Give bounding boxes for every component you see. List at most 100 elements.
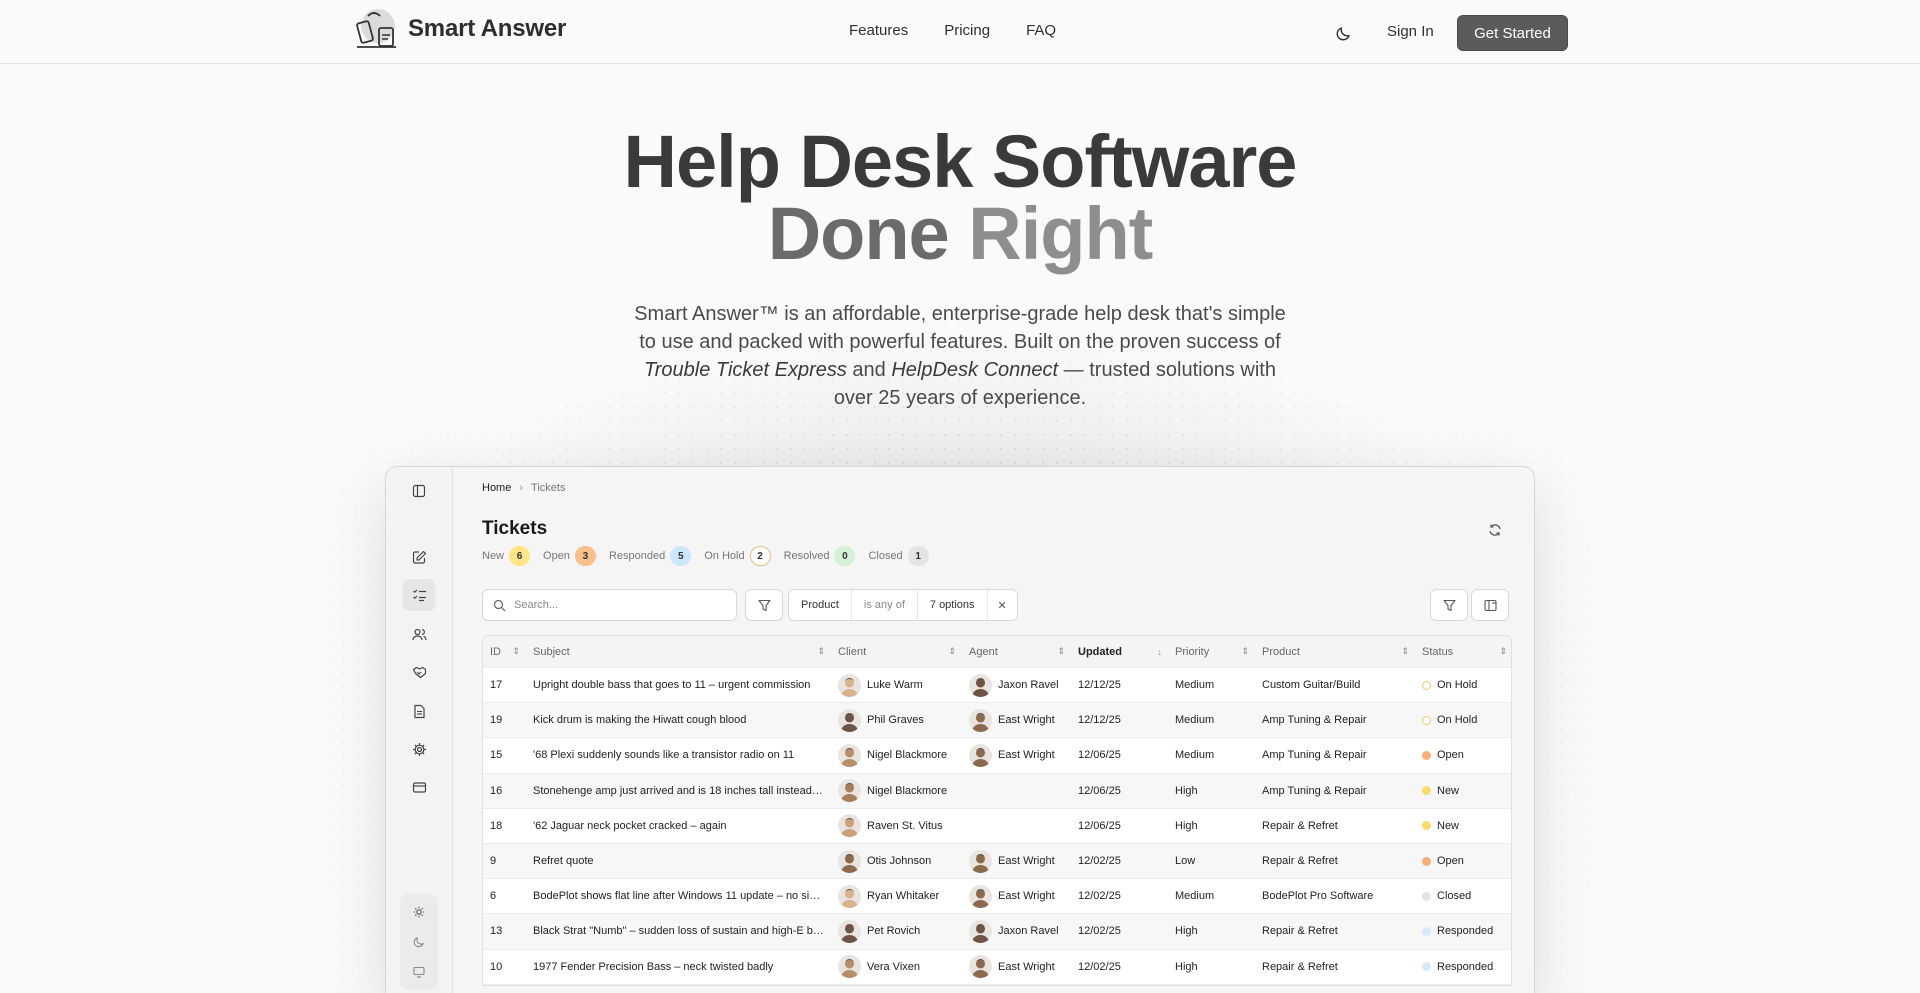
sidebar-item-users[interactable] bbox=[403, 618, 435, 650]
sort-icon[interactable]: ⇕ bbox=[1499, 646, 1507, 657]
brand[interactable]: Smart Answer bbox=[352, 6, 566, 52]
id-text: 9 bbox=[490, 855, 497, 868]
sidebar-item-support[interactable] bbox=[403, 656, 435, 688]
cell-updated: 12/02/25 bbox=[1071, 961, 1168, 973]
sidebar-item-settings[interactable] bbox=[403, 733, 435, 765]
cell-status: Closed bbox=[1415, 890, 1511, 902]
brand-logo-icon bbox=[356, 9, 396, 48]
sidebar-item-documents[interactable] bbox=[403, 695, 435, 727]
table-row[interactable]: 9 Refret quote Otis Johnson East Wright 12/0… bbox=[483, 843, 1511, 880]
cell-product: Repair & Refret bbox=[1255, 925, 1415, 937]
sort-icon[interactable]: ⇕ bbox=[1241, 646, 1249, 657]
status-filter-on-hold[interactable]: On Hold 2 bbox=[704, 546, 771, 566]
light-mode-button[interactable] bbox=[411, 904, 427, 920]
column-header-product[interactable]: Product ⇕ bbox=[1255, 646, 1415, 658]
sidebar-item-billing[interactable] bbox=[403, 771, 435, 803]
sort-icon[interactable]: ⇕ bbox=[948, 646, 956, 657]
nav-link-faq[interactable]: FAQ bbox=[1026, 22, 1056, 39]
status-filter-closed[interactable]: Closed 1 bbox=[868, 546, 929, 566]
hero-title-done: Done bbox=[767, 192, 950, 275]
cell-agent: East Wright bbox=[962, 955, 1071, 979]
table-row[interactable]: 6 BodePlot shows flat line after Windows … bbox=[483, 879, 1511, 915]
cell-status: Open bbox=[1415, 749, 1511, 761]
dark-mode-toggle[interactable] bbox=[1333, 22, 1355, 44]
dark-mode-button[interactable] bbox=[411, 934, 427, 950]
table-row[interactable]: 15 '68 Plexi suddenly sounds like a trans… bbox=[483, 738, 1511, 774]
client-text: Phil Graves bbox=[867, 714, 924, 727]
column-header-agent[interactable]: Agent ⇕ bbox=[962, 646, 1071, 658]
cell-priority: High bbox=[1168, 961, 1255, 973]
search-box[interactable] bbox=[482, 589, 737, 621]
cell-status: Responded bbox=[1415, 961, 1511, 973]
status-dot bbox=[1422, 715, 1431, 725]
columns-icon bbox=[1483, 599, 1497, 611]
table-row[interactable]: 16 Stonehenge amp just arrived and is 18 … bbox=[483, 773, 1511, 809]
table-header-row: ID ⇕ Subject ⇕ Client ⇕ Agent ⇕ Updated ↓ Priority… bbox=[483, 636, 1511, 668]
sign-in-link[interactable]: Sign In bbox=[1387, 23, 1434, 40]
close-icon[interactable]: ✕ bbox=[988, 590, 1017, 620]
cell-priority: High bbox=[1168, 925, 1255, 937]
cell-product: Amp Tuning & Repair bbox=[1255, 749, 1415, 761]
breadcrumb-home[interactable]: Home bbox=[482, 482, 511, 494]
get-started-button[interactable]: Get Started bbox=[1457, 15, 1568, 51]
column-header-subject[interactable]: Subject ⇕ bbox=[526, 646, 831, 658]
status-count-badge: 5 bbox=[670, 546, 692, 566]
cell-subject: '62 Jaguar neck pocket cracked – again bbox=[526, 820, 831, 832]
avatar bbox=[969, 708, 992, 732]
agent-text: East Wright bbox=[998, 890, 1055, 903]
cell-updated: 12/06/25 bbox=[1071, 749, 1168, 761]
table-row[interactable]: 19 Kick drum is making the Hiwatt cough b… bbox=[483, 703, 1511, 739]
sort-icon[interactable]: ⇕ bbox=[1401, 646, 1409, 657]
app-sidebar-rail bbox=[386, 467, 453, 993]
refresh-icon[interactable] bbox=[1488, 523, 1502, 537]
status-filter-resolved[interactable]: Resolved 0 bbox=[784, 546, 856, 566]
status-count-badge: 3 bbox=[574, 546, 596, 566]
column-header-id[interactable]: ID ⇕ bbox=[483, 646, 526, 658]
avatar bbox=[969, 673, 992, 697]
monitor-icon bbox=[413, 966, 425, 978]
status-filter-open[interactable]: Open 3 bbox=[543, 546, 596, 566]
sort-descending-icon[interactable]: ↓ bbox=[1158, 647, 1163, 657]
status-dot bbox=[1422, 926, 1431, 936]
product-text: Custom Guitar/Build bbox=[1262, 679, 1361, 692]
table-row[interactable]: 17 Upright double bass that goes to 11 – … bbox=[483, 668, 1511, 704]
cell-updated: 12/02/25 bbox=[1071, 890, 1168, 902]
table-row[interactable]: 18 '62 Jaguar neck pocket cracked – again… bbox=[483, 809, 1511, 844]
column-header-status[interactable]: Status ⇕ bbox=[1415, 646, 1511, 658]
filter-field[interactable]: Product bbox=[789, 590, 852, 620]
status-count-badge: 6 bbox=[509, 546, 531, 566]
client-text: Nigel Blackmore bbox=[867, 749, 948, 762]
table-row[interactable]: 13 Black Strat "Numb" – sudden loss of su… bbox=[483, 914, 1511, 950]
column-header-priority[interactable]: Priority ⇕ bbox=[1168, 646, 1255, 658]
subject-text: BodePlot shows flat line after Windows 1… bbox=[533, 890, 825, 903]
search-input[interactable] bbox=[514, 599, 714, 611]
column-header-client[interactable]: Client ⇕ bbox=[831, 646, 962, 658]
filter-options-button[interactable] bbox=[1430, 589, 1468, 621]
sidebar-item-new-ticket[interactable] bbox=[403, 541, 435, 573]
cell-client: Luke Warm bbox=[831, 673, 962, 697]
id-text: 16 bbox=[490, 784, 503, 797]
id-text: 19 bbox=[490, 714, 503, 727]
cell-agent: Jaxon Ravel bbox=[962, 919, 1071, 943]
sort-icon[interactable]: ⇕ bbox=[817, 646, 825, 657]
priority-text: High bbox=[1175, 960, 1198, 973]
status-filter-new[interactable]: New 6 bbox=[482, 546, 531, 566]
table-row[interactable]: 10 1977 Fender Precision Bass – neck twis… bbox=[483, 950, 1511, 985]
column-settings-button[interactable] bbox=[1471, 589, 1509, 621]
sort-icon[interactable]: ⇕ bbox=[1057, 646, 1065, 657]
sidebar-toggle-button[interactable] bbox=[403, 475, 435, 507]
cell-id: 19 bbox=[483, 714, 526, 726]
agent-text: Jaxon Ravel bbox=[998, 925, 1059, 938]
sidebar-item-tickets[interactable] bbox=[403, 579, 435, 611]
system-mode-button[interactable] bbox=[411, 964, 427, 980]
nav-link-pricing[interactable]: Pricing bbox=[944, 22, 990, 39]
column-header-updated[interactable]: Updated ↓ bbox=[1071, 646, 1168, 658]
cell-priority: Medium bbox=[1168, 679, 1255, 691]
filter-value[interactable]: 7 options bbox=[918, 590, 988, 620]
sort-icon[interactable]: ⇕ bbox=[512, 646, 520, 657]
status-filter-responded[interactable]: Responded 5 bbox=[609, 546, 692, 566]
nav-link-features[interactable]: Features bbox=[849, 22, 908, 39]
add-filter-button[interactable] bbox=[745, 589, 783, 621]
filter-operator[interactable]: is any of bbox=[852, 590, 918, 620]
cell-client: Nigel Blackmore bbox=[831, 743, 962, 767]
